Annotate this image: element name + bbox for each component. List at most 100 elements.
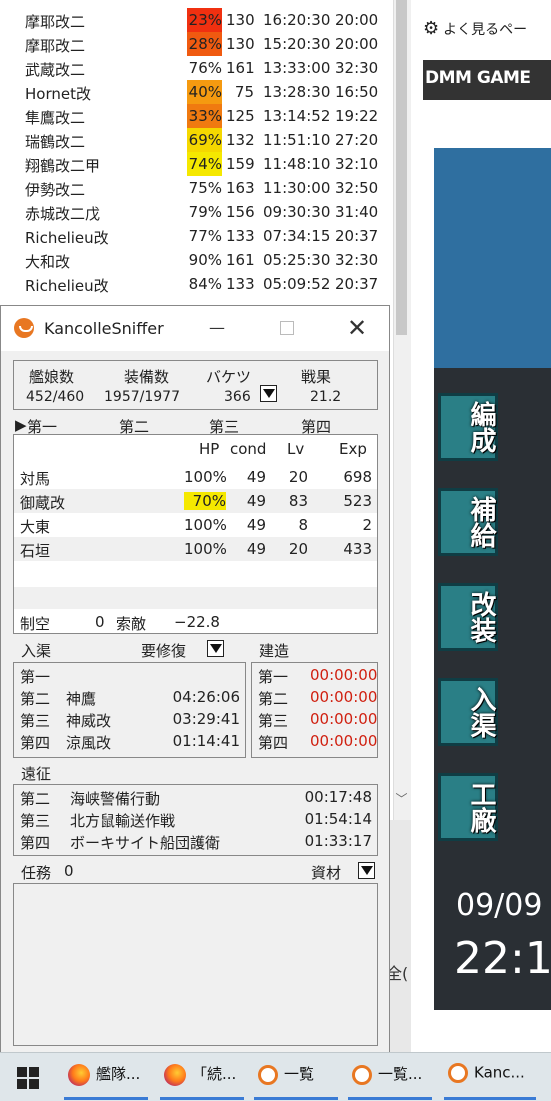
search-value: −22.8 bbox=[174, 613, 220, 631]
game-button-arsenal[interactable]: 工廠 bbox=[438, 773, 498, 841]
ship-name: Richelieu改 bbox=[25, 229, 109, 247]
bookmark-label: よく見るペー bbox=[443, 22, 528, 38]
list-item[interactable]: 瑞鶴改二 69% 132 11:51:10 27:20 bbox=[0, 128, 393, 152]
repair-duration: 16:50 bbox=[335, 83, 379, 101]
war-result-label: 戦果 bbox=[301, 368, 332, 386]
minimize-button[interactable]: — bbox=[197, 312, 237, 344]
bookmark-toolbar-item[interactable]: ⚙ よく見るペー bbox=[423, 18, 551, 48]
maximize-button[interactable] bbox=[267, 312, 307, 344]
taskbar-item[interactable]: Kanc... bbox=[448, 1063, 544, 1091]
repair-percent: 28% bbox=[187, 32, 222, 56]
materials-label: 資材 bbox=[311, 864, 342, 882]
repair-list-dropdown-button[interactable] bbox=[207, 640, 224, 657]
taskbar-item[interactable]: 艦隊... bbox=[68, 1063, 156, 1091]
list-scrollbar-thumb[interactable] bbox=[396, 0, 407, 335]
level-value: 20 bbox=[288, 540, 308, 558]
build-slot-label: 第三 bbox=[258, 712, 289, 730]
ship-name: 御蔵改 bbox=[20, 494, 66, 512]
dock-ship-name: 神鷹 bbox=[66, 690, 97, 708]
repair-percent: 90% bbox=[188, 251, 222, 269]
list-item[interactable]: Richelieu改 77% 133 07:34:15 20:37 bbox=[0, 224, 393, 248]
summary-dropdown-button[interactable] bbox=[260, 385, 277, 402]
war-result-value: 21.2 bbox=[310, 389, 342, 405]
quest-panel bbox=[13, 883, 378, 1046]
list-item[interactable]: 摩耶改二 23% 130 16:20:30 20:00 bbox=[0, 8, 393, 32]
ship-name: 石垣 bbox=[20, 542, 51, 560]
exp-value: 523 bbox=[343, 492, 372, 510]
list-item[interactable]: Richelieu改 84% 133 05:09:52 20:37 bbox=[0, 272, 393, 296]
scroll-down-arrow-icon[interactable]: ﹀ bbox=[393, 790, 410, 810]
list-item[interactable]: 赤城改二戊 79% 156 09:30:30 31:40 bbox=[0, 200, 393, 224]
firefox-icon bbox=[68, 1063, 90, 1086]
taskbar-item-label: 一覧... bbox=[378, 1065, 423, 1083]
taskbar-item[interactable]: 「続... bbox=[164, 1063, 252, 1091]
game-screen[interactable]: 編成 補給 改装 入渠 工廠 09/09 22:1 bbox=[434, 148, 551, 1010]
gear-icon: ⚙ bbox=[423, 18, 440, 39]
equip-count-value: 1957/1977 bbox=[104, 389, 180, 405]
dmm-logo[interactable]: DMM GAME bbox=[425, 68, 531, 88]
table-row[interactable]: 御蔵改 70% 49 83 523 bbox=[14, 489, 377, 513]
repair-duration: 20:00 bbox=[335, 35, 379, 53]
repair-percent: 77% bbox=[188, 227, 222, 245]
list-item[interactable]: 伊勢改二 75% 163 11:30:00 32:50 bbox=[0, 176, 393, 200]
ship-level: 161 bbox=[226, 251, 255, 269]
list-item[interactable]: 翔鶴改二甲 74% 159 11:48:10 32:10 bbox=[0, 152, 393, 176]
repair-percent: 23% bbox=[187, 8, 222, 32]
repair-time: 13:33:00 bbox=[263, 59, 331, 77]
ship-name: 瑞鶴改二 bbox=[25, 133, 86, 151]
game-button-organize[interactable]: 編成 bbox=[438, 393, 498, 461]
cond-value: 49 bbox=[246, 516, 266, 534]
taskbar-item[interactable]: 一覧 bbox=[258, 1063, 346, 1091]
hp-percent: 100% bbox=[184, 516, 227, 534]
close-button[interactable]: ✕ bbox=[335, 312, 379, 344]
repair-duration: 19:22 bbox=[335, 107, 379, 125]
list-item[interactable]: 摩耶改二 28% 130 15:20:30 20:00 bbox=[0, 32, 393, 56]
repair-percent: 79% bbox=[188, 203, 222, 221]
repair-time: 07:34:15 bbox=[263, 227, 331, 245]
equip-count-label: 装備数 bbox=[124, 368, 170, 386]
expedition-name: 海峡警備行動 bbox=[70, 790, 161, 808]
ship-level: 163 bbox=[226, 179, 255, 197]
dock-slot-label: 第一 bbox=[20, 668, 51, 686]
repair-duration: 20:37 bbox=[335, 227, 379, 245]
ship-level: 132 bbox=[226, 131, 255, 149]
ship-level: 125 bbox=[226, 107, 255, 125]
taskbar-item[interactable]: 一覧... bbox=[352, 1063, 440, 1091]
hp-percent: 70% bbox=[184, 492, 226, 510]
materials-dropdown-button[interactable] bbox=[358, 862, 375, 879]
list-item[interactable]: 大和改 90% 161 05:25:30 32:30 bbox=[0, 248, 393, 272]
repair-duration: 32:10 bbox=[335, 155, 379, 173]
cond-value: 49 bbox=[246, 540, 266, 558]
table-row[interactable]: 対馬 100% 49 20 698 bbox=[14, 465, 377, 489]
table-row[interactable]: 大東 100% 49 8 2 bbox=[14, 513, 377, 537]
title-bar[interactable]: KancolleSniffer — ✕ bbox=[1, 306, 389, 351]
repair-time: 11:51:10 bbox=[263, 131, 331, 149]
windows-start-icon[interactable] bbox=[17, 1067, 39, 1089]
game-button-docking[interactable]: 入渠 bbox=[438, 678, 498, 746]
ship-count-label: 艦娘数 bbox=[29, 368, 75, 386]
repair-duration: 20:37 bbox=[335, 275, 379, 293]
repair-time: 11:48:10 bbox=[263, 155, 331, 173]
list-item[interactable]: 隼鷹改二 33% 125 13:14:52 19:22 bbox=[0, 104, 393, 128]
game-button-remodel[interactable]: 改装 bbox=[438, 583, 498, 651]
kancolle-sniffer-window: KancolleSniffer — ✕ 艦娘数 装備数 バケツ 戦果 452/4… bbox=[0, 305, 390, 1053]
list-item[interactable]: 武蔵改二 76% 161 13:33:00 32:30 bbox=[0, 56, 393, 80]
dock-slot-label: 第三 bbox=[20, 712, 51, 730]
taskbar: 艦隊... 「続... 一覧 一覧... Kanc... bbox=[0, 1052, 551, 1101]
level-value: 8 bbox=[298, 516, 308, 534]
table-row[interactable]: 石垣 100% 49 20 433 bbox=[14, 537, 377, 561]
expedition-time: 01:54:14 bbox=[304, 810, 372, 828]
air-superiority-label: 制空 bbox=[20, 615, 51, 633]
taskbar-item-label: 艦隊... bbox=[96, 1065, 141, 1083]
list-item[interactable]: Hornet改 40% 75 13:28:30 16:50 bbox=[0, 80, 393, 104]
expedition-fleet-label: 第三 bbox=[20, 812, 51, 830]
ship-name: Hornet改 bbox=[25, 85, 91, 103]
exp-value: 2 bbox=[362, 516, 372, 534]
fleet-panel-divider bbox=[14, 587, 377, 609]
repair-duration: 27:20 bbox=[335, 131, 379, 149]
game-button-resupply[interactable]: 補給 bbox=[438, 488, 498, 556]
hp-percent: 100% bbox=[184, 540, 227, 558]
expedition-name: ボーキサイト船団護衛 bbox=[70, 834, 221, 852]
ship-level: 130 bbox=[226, 11, 255, 29]
repair-time: 16:20:30 bbox=[263, 11, 331, 29]
